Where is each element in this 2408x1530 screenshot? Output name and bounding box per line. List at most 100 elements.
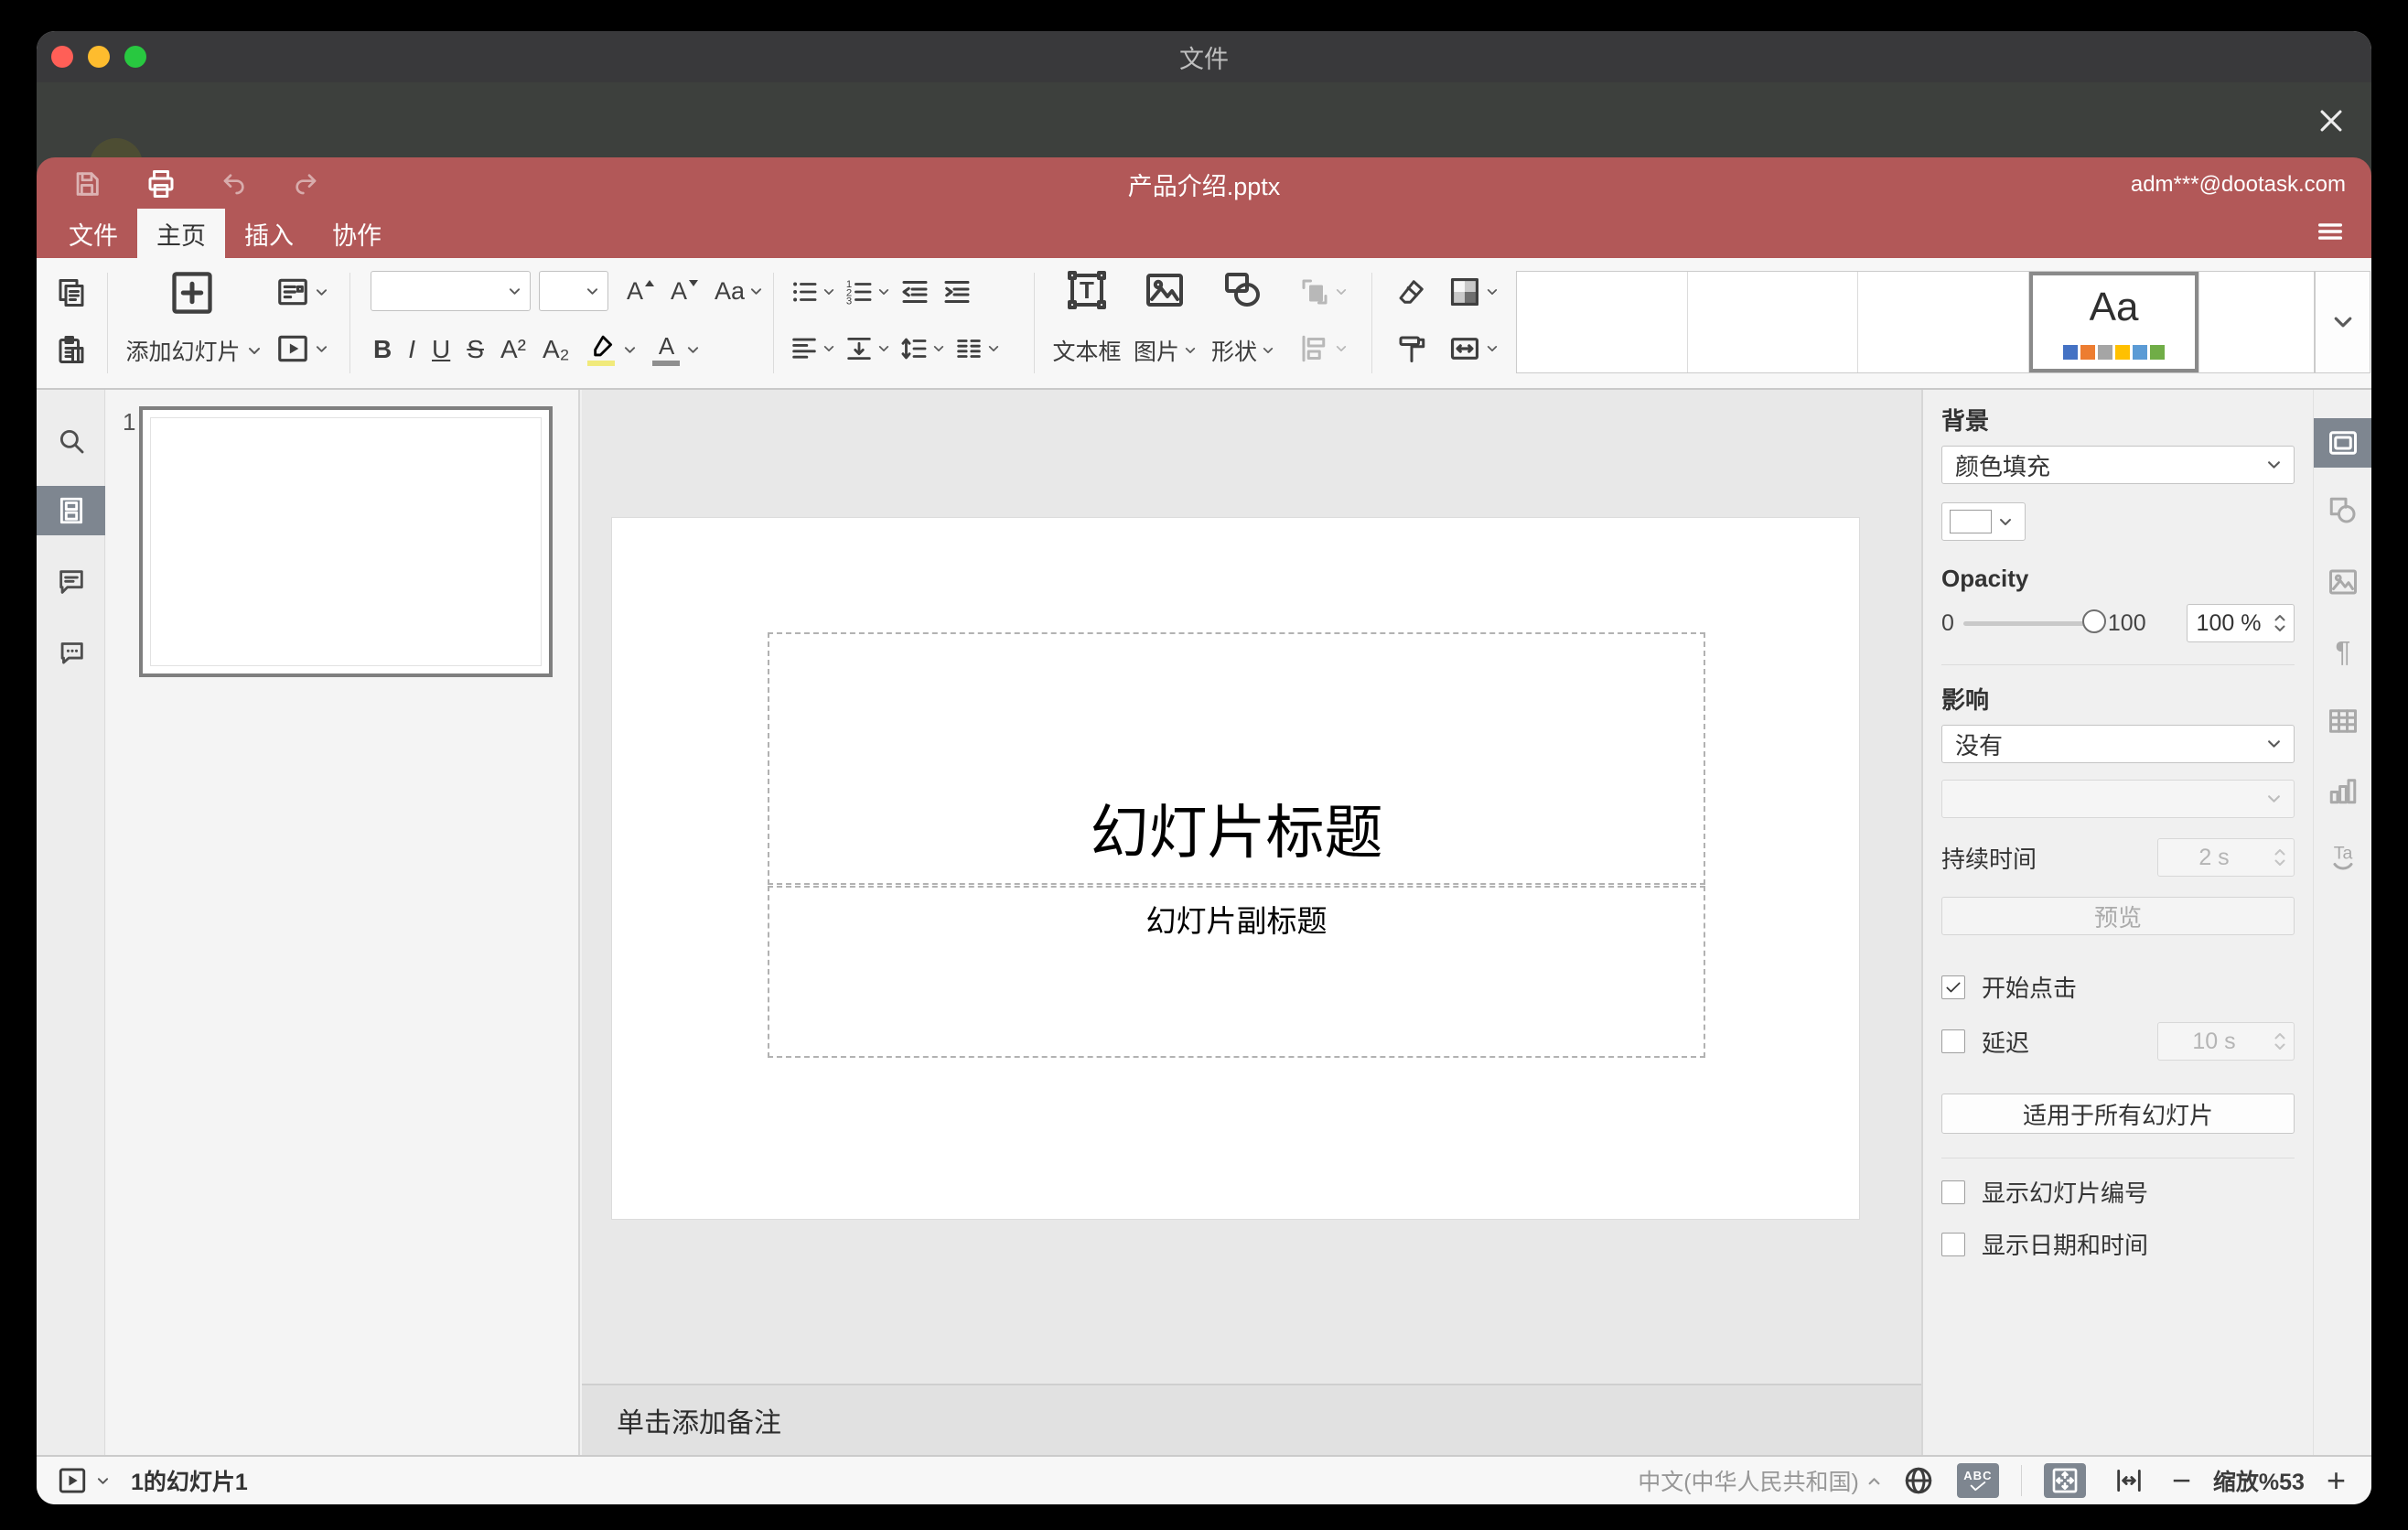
chevron-down-icon: [2268, 795, 2280, 803]
theme-tile[interactable]: [1517, 272, 1688, 372]
opacity-spinbox[interactable]: 100 %: [2187, 604, 2295, 642]
slide-canvas[interactable]: 幻灯片标题 幻灯片副标题: [611, 517, 1860, 1220]
shape-settings-button[interactable]: [2314, 486, 2371, 535]
fit-to-width-button[interactable]: [2108, 1463, 2150, 1498]
theme-tile[interactable]: [2199, 272, 2314, 372]
decrease-indent-button[interactable]: [898, 275, 931, 308]
arrange-shape-button[interactable]: [1295, 271, 1349, 313]
tab-collaboration[interactable]: 协作: [313, 209, 401, 258]
copy-button[interactable]: [49, 271, 93, 315]
align-shape-button[interactable]: [1295, 328, 1349, 370]
slide-settings-button[interactable]: [2314, 418, 2371, 468]
slide-layout-button[interactable]: [273, 271, 329, 313]
add-slide-menu[interactable]: 添加幻灯片: [124, 333, 262, 368]
start-slideshow-button[interactable]: [273, 328, 329, 370]
chat-panel-button[interactable]: [37, 627, 105, 676]
menu-button[interactable]: [2315, 216, 2346, 247]
underline-button[interactable]: U: [432, 335, 450, 364]
spin-up-icon[interactable]: [2274, 848, 2285, 856]
language-selector[interactable]: 中文(中华人民共和国): [1638, 1464, 1880, 1497]
theme-tile[interactable]: [1858, 272, 2029, 372]
tab-file[interactable]: 文件: [49, 209, 137, 258]
change-case-button[interactable]: Aa: [708, 271, 769, 311]
chevron-down-icon[interactable]: [97, 1477, 109, 1485]
slide-thumbnail-preview: [150, 417, 542, 666]
bold-button[interactable]: B: [373, 335, 392, 364]
increase-font-button[interactable]: A: [620, 271, 661, 311]
show-date-time-checkbox[interactable]: [1941, 1232, 1965, 1256]
table-settings-button[interactable]: [2314, 696, 2371, 746]
insert-textbox-button[interactable]: T: [1048, 264, 1125, 317]
add-slide-button[interactable]: [154, 265, 231, 320]
theme-tile[interactable]: [1687, 272, 1859, 372]
tab-home[interactable]: 主页: [137, 209, 225, 258]
close-editor-button[interactable]: [2313, 102, 2349, 139]
spin-down-icon[interactable]: [2274, 859, 2285, 867]
zoom-in-button[interactable]: +: [2327, 1464, 2346, 1497]
clear-style-button[interactable]: [1391, 271, 1433, 313]
tab-insert[interactable]: 插入: [225, 209, 313, 258]
insert-shape-button[interactable]: [1204, 264, 1281, 317]
theme-tile-selected[interactable]: Aa: [2028, 272, 2200, 372]
notes-area[interactable]: 单击添加备注: [582, 1384, 1921, 1455]
insert-shape-menu[interactable]: 形状: [1204, 333, 1281, 368]
slider-knob[interactable]: [2081, 609, 2106, 633]
vertical-align-button[interactable]: [844, 333, 889, 364]
document-language-button[interactable]: [1902, 1464, 1935, 1497]
image-settings-button[interactable]: [2314, 557, 2371, 607]
theme-gallery-expand-button[interactable]: [2315, 271, 2370, 373]
italic-button[interactable]: I: [408, 335, 415, 364]
effect-select[interactable]: 没有: [1941, 725, 2295, 763]
spin-down-icon[interactable]: [2274, 1043, 2285, 1051]
title-placeholder[interactable]: 幻灯片标题: [768, 632, 1705, 885]
spin-up-icon[interactable]: [2274, 614, 2285, 621]
insert-image-button[interactable]: [1126, 264, 1203, 317]
delay-checkbox[interactable]: [1941, 1029, 1965, 1053]
columns-button[interactable]: [953, 333, 999, 364]
insert-image-menu[interactable]: 图片: [1126, 333, 1203, 368]
zoom-out-button[interactable]: −: [2172, 1464, 2191, 1497]
highlight-color-button[interactable]: [586, 334, 617, 366]
fit-to-slide-button[interactable]: [2043, 1463, 2086, 1498]
background-color-swatch[interactable]: [1941, 502, 2026, 541]
slide-thumbnail[interactable]: [139, 406, 553, 677]
textart-settings-button[interactable]: Ta: [2314, 833, 2371, 882]
delay-spinbox[interactable]: 10 s: [2157, 1022, 2295, 1061]
spellcheck-button[interactable]: ABC: [1956, 1463, 1999, 1498]
background-fill-select[interactable]: 颜色填充: [1941, 446, 2295, 484]
paste-button[interactable]: [49, 328, 93, 372]
subtitle-placeholder[interactable]: 幻灯片副标题: [768, 886, 1705, 1058]
decrease-font-button[interactable]: A: [664, 271, 704, 311]
chart-settings-button[interactable]: [2314, 766, 2371, 815]
insert-textbox-label[interactable]: 文本框: [1052, 334, 1121, 367]
shape-fill-button[interactable]: [1444, 271, 1500, 313]
superscript-button[interactable]: A²: [500, 335, 526, 364]
strikethrough-button[interactable]: S: [467, 335, 484, 364]
opacity-slider[interactable]: [1962, 609, 2106, 637]
font-size-combo[interactable]: [539, 271, 608, 311]
copy-style-button[interactable]: [1391, 328, 1433, 370]
paragraph-settings-button[interactable]: ¶: [2314, 627, 2371, 676]
preview-button[interactable]: 预览: [1941, 897, 2295, 935]
font-color-button[interactable]: A: [652, 334, 681, 366]
search-panel-button[interactable]: [37, 416, 105, 466]
subscript-button[interactable]: A₂: [543, 335, 570, 364]
right-icon-rail: ¶ Ta: [2313, 390, 2371, 1455]
increase-indent-button[interactable]: [941, 275, 973, 308]
start-on-click-checkbox[interactable]: [1941, 975, 1965, 999]
numbering-button[interactable]: 123: [844, 276, 889, 307]
show-slide-number-checkbox[interactable]: [1941, 1180, 1965, 1204]
spin-up-icon[interactable]: [2274, 1032, 2285, 1040]
horizontal-align-button[interactable]: [789, 333, 834, 364]
spin-down-icon[interactable]: [2274, 625, 2285, 632]
slides-panel-button[interactable]: [37, 486, 105, 535]
start-slideshow-status-button[interactable]: [57, 1465, 88, 1496]
bullets-button[interactable]: [789, 276, 834, 307]
comments-panel-button[interactable]: [37, 557, 105, 607]
duration-spinbox[interactable]: 2 s: [2157, 838, 2295, 877]
font-name-combo[interactable]: [371, 271, 531, 311]
line-spacing-button[interactable]: [898, 333, 944, 364]
apply-to-all-slides-button[interactable]: 适用于所有幻灯片: [1941, 1094, 2295, 1134]
slide-size-button[interactable]: [1444, 328, 1500, 370]
effect-type-select[interactable]: [1941, 780, 2295, 818]
